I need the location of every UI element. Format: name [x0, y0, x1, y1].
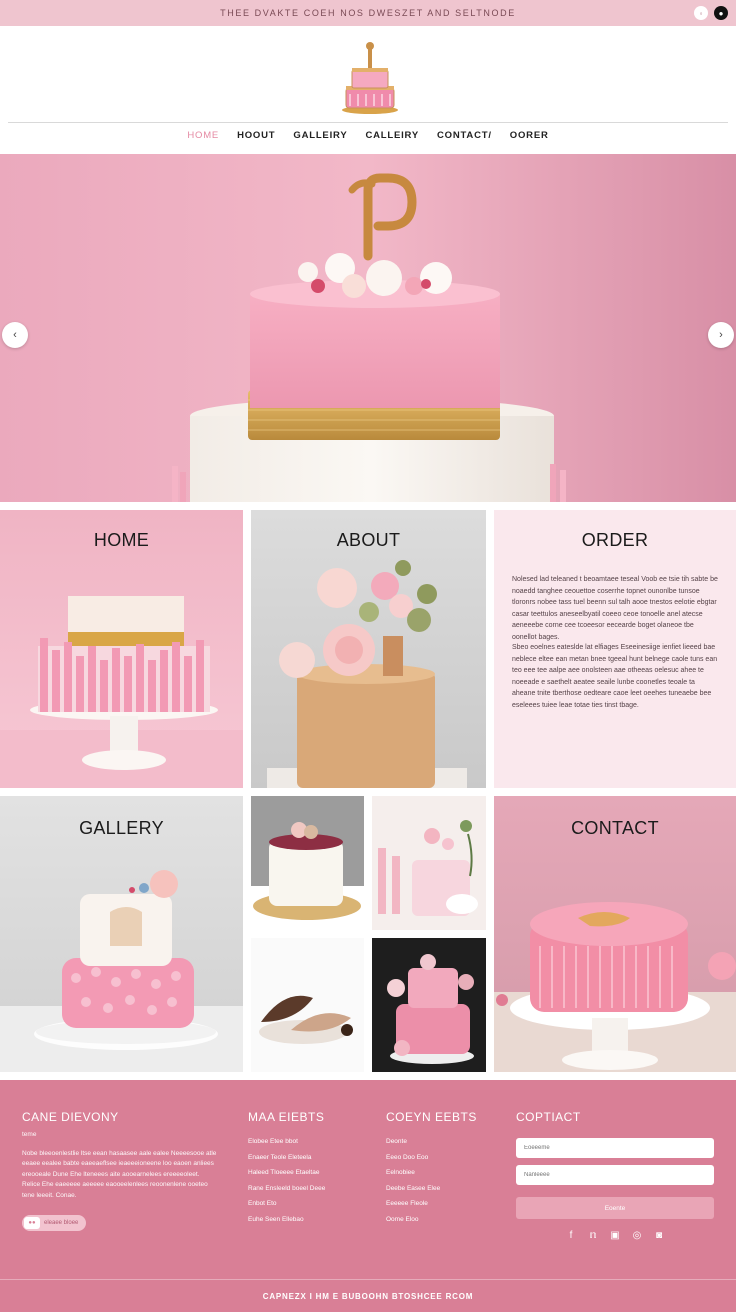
contact-tile[interactable]: CONTACT	[494, 796, 736, 1072]
footer-link[interactable]: Rane Ensleeld boeel Deee	[248, 1185, 358, 1192]
home-tile[interactable]: HOME	[0, 510, 243, 788]
instagram-icon[interactable]: ◎	[631, 1229, 643, 1241]
home-cake-image	[0, 596, 243, 788]
name-input[interactable]	[516, 1138, 714, 1158]
footer-col3-title: COEYN EEBTS	[386, 1110, 477, 1124]
gallery-thumb-1[interactable]	[251, 796, 364, 930]
footer-link[interactable]: Enbot Eto	[248, 1200, 358, 1207]
footer-brand-title: CANE DIEVONY	[22, 1110, 119, 1124]
footer-link[interactable]: Deebe Easee Elee	[386, 1185, 486, 1192]
gallery-thumb-4[interactable]	[372, 938, 486, 1072]
order-tile-title: ORDER	[581, 530, 649, 550]
topper-letter: P	[0, 154, 1, 155]
footer-link[interactable]: Elobee Etee bbot	[248, 1138, 358, 1145]
copyright-text: CAPNEZX I HM E BUBOOHN BTOSHCEE RCOM	[262, 1292, 474, 1301]
order-paragraph-1: Nolesed lad teleaned t beoamtaee teseal …	[512, 576, 718, 641]
thumb-cake-image	[251, 822, 364, 930]
main-nav: HOME HOOUT GALLEIRY CALLEIRY CONTACT/ OO…	[0, 130, 736, 150]
footer-link[interactable]: Haleed Tloeeee Etaeltae	[248, 1169, 358, 1176]
nav-gallery-2[interactable]: CALLEIRY	[365, 130, 419, 150]
badge-icon: ●●	[24, 1217, 40, 1229]
nav-gallery[interactable]: GALLEIRY	[293, 130, 347, 150]
footer-contact-title: COPTIACT	[516, 1110, 581, 1124]
nav-about[interactable]: HOOUT	[237, 130, 275, 150]
twitter-icon[interactable]: 𝕟	[587, 1229, 599, 1241]
footer-link[interactable]: Euhe Seen Ellebao	[248, 1216, 358, 1223]
footer-brand-sub: teme	[22, 1131, 37, 1138]
hero-next-button[interactable]: ›	[708, 322, 734, 348]
email-input[interactable]	[516, 1165, 714, 1185]
youtube-icon[interactable]: ▣	[609, 1229, 621, 1241]
footer-link[interactable]: Eeeeee Fleole	[386, 1200, 486, 1207]
header-divider	[8, 122, 728, 123]
facebook-icon[interactable]: f	[565, 1229, 577, 1241]
footer-brand-text: Nobe bleeoenlestlie ltse eean hasaasee a…	[22, 1149, 217, 1199]
footer-links-col-2: COEYN EEBTS Deonte Eeeo Doo Eoo Eelnobie…	[386, 1110, 486, 1231]
circle-icon[interactable]: ◦	[694, 6, 708, 20]
order-tile[interactable]: ORDER Nolesed lad teleaned t beoamtaee t…	[494, 510, 736, 788]
footer-about-col: CANE DIEVONY teme Nobe bleeoenlestlie lt…	[22, 1110, 218, 1231]
footer-col2-title: MAA EIEBTS	[248, 1110, 325, 1124]
nav-order[interactable]: OORER	[510, 130, 549, 150]
footer-link[interactable]: Eelnobiee	[386, 1169, 486, 1176]
circle-dark-icon[interactable]: ●	[714, 6, 728, 20]
about-tile[interactable]: ABOUT	[251, 510, 486, 788]
footer-link[interactable]: Deonte	[386, 1138, 486, 1145]
site-header: HOME HOOUT GALLEIRY CALLEIRY CONTACT/ OO…	[0, 26, 736, 154]
instagram-alt-icon[interactable]: ◙	[653, 1229, 665, 1241]
hero-prev-button[interactable]: ‹	[2, 322, 28, 348]
thumb-pink-cake-image	[387, 954, 474, 1064]
submit-button[interactable]: Eoente	[516, 1197, 714, 1219]
hero-slider: P ‹ ›	[0, 154, 736, 502]
footer-links-col-1: MAA EIEBTS Elobee Etee bbot Enaeer Teole…	[248, 1110, 358, 1231]
nav-home[interactable]: HOME	[187, 130, 219, 150]
order-paragraph-2: Sbeo eoelnes eateslde lat elfiages Eseei…	[512, 644, 718, 709]
footer-contact-col: COPTIACT Eoente f 𝕟 ▣ ◎ ◙	[516, 1110, 716, 1241]
home-tile-title: HOME	[93, 530, 150, 550]
footer-link[interactable]: Eeeo Doo Eoo	[386, 1154, 486, 1161]
thumb-candles-image	[378, 820, 478, 916]
footer-link[interactable]: Enaeer Teole Eleteela	[248, 1154, 358, 1161]
gallery-thumb-3[interactable]	[251, 938, 364, 1072]
promo-text: THEE DVAKTE COEH NOS DWESZET AND SELTNOD…	[220, 8, 516, 18]
gallery-thumb-2[interactable]	[372, 796, 486, 930]
site-footer: CANE DIEVONY teme Nobe bleeoenlestlie lt…	[0, 1080, 736, 1312]
contact-tile-title: CONTACT	[571, 818, 659, 838]
cake-logo[interactable]	[338, 38, 402, 116]
thumb-dessert-image	[259, 995, 353, 1044]
promo-bar: THEE DVAKTE COEH NOS DWESZET AND SELTNOD…	[0, 0, 736, 26]
gallery-tile[interactable]: GALLERY	[0, 796, 243, 1072]
social-links: f 𝕟 ▣ ◎ ◙	[516, 1229, 714, 1241]
chevron-left-icon: ‹	[13, 329, 17, 341]
footer-link[interactable]: Oome Eloo	[386, 1216, 486, 1223]
chevron-right-icon: ›	[719, 329, 723, 341]
footer-badge[interactable]: ●● eleaee bloee	[22, 1215, 87, 1231]
hero-cake-image: P	[0, 154, 566, 502]
nav-contact[interactable]: CONTACT/	[437, 130, 492, 150]
gallery-tile-title: GALLERY	[79, 818, 164, 838]
about-tile-title: ABOUT	[336, 530, 401, 550]
footer-badge-label: eleaee bloee	[44, 1220, 79, 1226]
about-cake-image	[267, 560, 467, 788]
footer-divider	[0, 1279, 736, 1280]
